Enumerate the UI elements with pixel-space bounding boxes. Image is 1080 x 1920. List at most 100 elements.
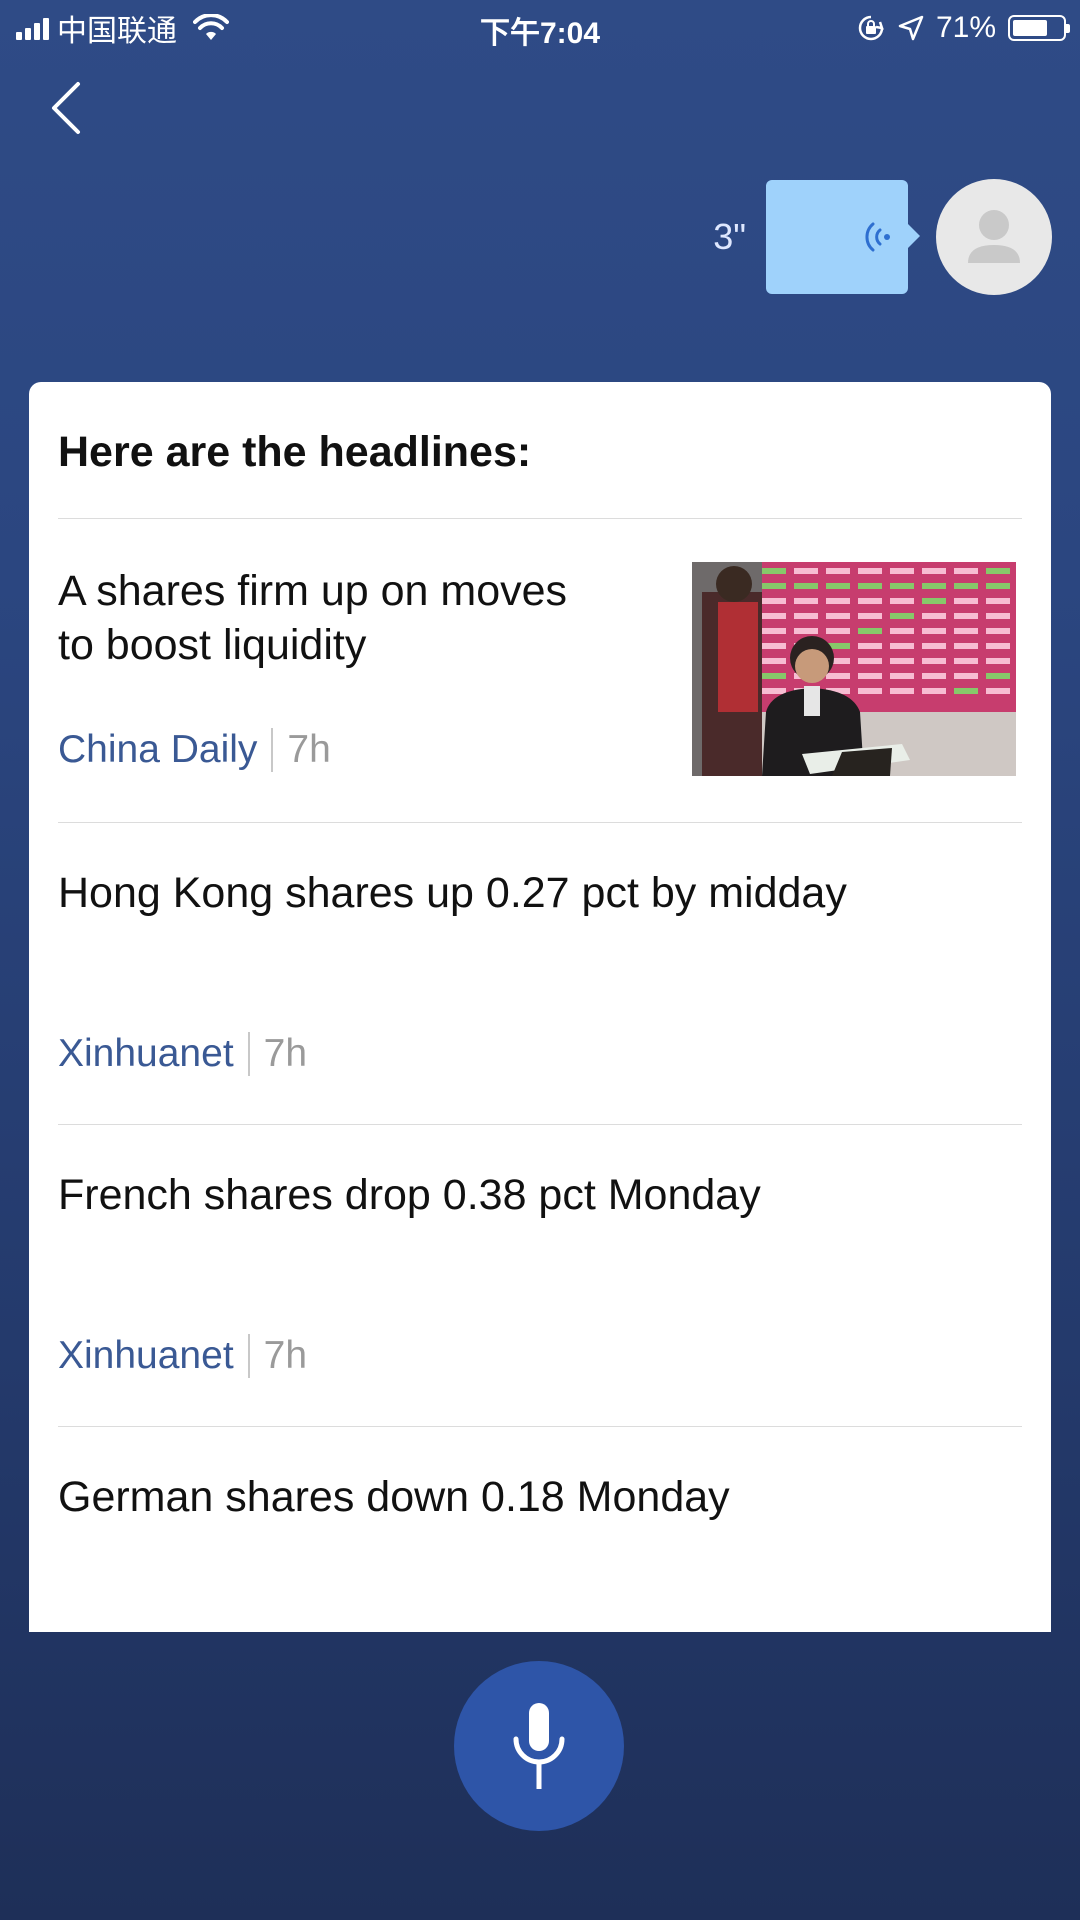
divider [58,518,1022,519]
divider [58,822,1022,823]
ticker-cell [890,583,914,589]
ticker-cell [858,658,882,664]
voice-message-row: 3" [713,178,1052,296]
news-thumbnail[interactable] [692,562,1016,776]
news-headline-line: A shares firm up on moves [58,567,568,615]
voice-duration: 3" [713,216,746,257]
divider [58,1426,1022,1427]
ticker-cell [794,568,818,574]
orientation-lock-icon [858,15,884,41]
ticker-cell [794,628,818,634]
ticker-cell [826,673,850,679]
ticker-cell [794,613,818,619]
news-item-hong-kong[interactable]: Hong Kong shares up 0.27 pct by midday X… [58,866,1022,1106]
ticker-cell [890,613,914,619]
news-source[interactable]: China Daily [58,728,257,772]
news-headline: French shares drop 0.38 pct Monday [58,1171,761,1219]
battery-icon [1008,15,1070,41]
avatar[interactable] [936,179,1052,295]
ticker-cell [922,688,946,694]
ticker-cell [954,613,978,619]
ticker-cell [986,658,1010,664]
news-age: 7h [287,728,331,771]
ticker-cell [858,673,882,679]
ticker-cell [986,628,1010,634]
ticker-cell [922,583,946,589]
ticker-cell [826,598,850,604]
ticker-cell [826,583,850,589]
ticker-cell [762,688,786,694]
ticker-cell [954,583,978,589]
ticker-cell [858,583,882,589]
ticker-cell [858,613,882,619]
ticker-cell [762,613,786,619]
ticker-cell [762,568,786,574]
news-meta: Xinhuanet 7h [58,1334,307,1378]
news-source[interactable]: Xinhuanet [58,1334,234,1378]
ticker-cell [890,658,914,664]
ticker-cell [986,613,1010,619]
ticker-cell [922,658,946,664]
ticker-cell [922,673,946,679]
ticker-cell [986,688,1010,694]
ticker-cell [986,583,1010,589]
news-meta: China Daily 7h [58,728,331,772]
ticker-cell [794,583,818,589]
ticker-cell [762,628,786,634]
ticker-cell [986,673,1010,679]
ticker-cell [954,598,978,604]
meta-separator [271,728,274,772]
news-meta: Xinhuanet 7h [58,1032,307,1076]
ticker-cell [954,568,978,574]
ticker-cell [890,628,914,634]
meta-separator [247,1334,250,1378]
ticker-cell [890,673,914,679]
ticker-cell [922,613,946,619]
voice-message-bubble[interactable] [766,180,920,294]
news-headline: A shares firm up on moves to boost liqui… [58,564,567,672]
card-title: Here are the headlines: [58,428,532,476]
ticker-cell [762,643,786,649]
news-headline: Hong Kong shares up 0.27 pct by midday [58,869,847,917]
headlines-card: Here are the headlines: A shares firm up… [29,382,1051,1632]
ticker-cell [986,598,1010,604]
battery-percent: 71% [935,11,996,44]
ticker-cell [762,673,786,679]
chevron-left-icon [52,82,80,134]
ticker-cell [858,568,882,574]
ticker-cell [762,583,786,589]
ticker-cell [954,688,978,694]
news-item-german[interactable]: German shares down 0.18 Monday [58,1470,1022,1620]
location-arrow-icon [898,15,924,41]
ticker-cell [858,598,882,604]
ticker-cell [986,643,1010,649]
ticker-cell [922,598,946,604]
ticker-cell [890,688,914,694]
news-age: 7h [263,1334,308,1377]
ticker-cell [858,643,882,649]
news-item-a-shares[interactable]: A shares firm up on moves to boost liqui… [58,562,1022,802]
status-bar-right: 71% [856,10,1070,46]
news-age: 7h [263,1032,308,1075]
ticker-cell [762,598,786,604]
ticker-cell [826,568,850,574]
ticker-cell [954,643,978,649]
news-source[interactable]: Xinhuanet [58,1032,234,1076]
ticker-cell [762,658,786,664]
ticker-cell [986,568,1010,574]
ticker-cell [826,613,850,619]
ticker-cell [890,568,914,574]
news-headline-line: to boost liquidity [58,621,367,669]
ticker-cell [890,598,914,604]
ticker-cell [954,628,978,634]
divider [58,1124,1022,1125]
ticker-cell [890,643,914,649]
ticker-cell [954,673,978,679]
battery-level [1013,20,1047,36]
back-button[interactable] [40,76,96,140]
news-headline: German shares down 0.18 Monday [58,1473,730,1521]
ticker-cell [858,688,882,694]
stock-market-photo [692,562,1016,776]
microphone-button[interactable] [454,1661,624,1831]
news-item-french[interactable]: French shares drop 0.38 pct Monday Xinhu… [58,1168,1022,1408]
